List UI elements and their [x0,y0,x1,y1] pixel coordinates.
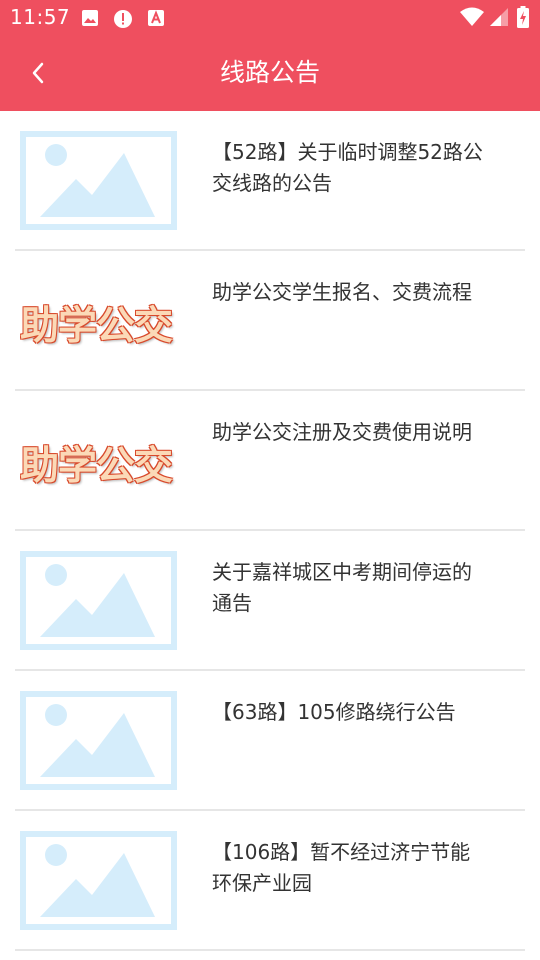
notice-item[interactable]: 助学公交 助学公交注册及交费使用说明 [0,391,540,531]
alert-icon [114,10,132,28]
notice-item[interactable]: 【52路】关于临时调整52路公交线路的公告 [0,111,540,251]
notice-item[interactable]: 【63路】105修路绕行公告 [0,671,540,811]
notice-title: 【106路】暂不经过济宁节能环保产业园 [212,840,471,895]
placeholder-image-icon [20,551,177,650]
image-icon [82,10,98,26]
notice-item[interactable]: 助学公交 助学公交学生报名、交费流程 [0,251,540,391]
notice-title: 【63路】105修路绕行公告 [212,700,456,724]
placeholder-image-icon [20,831,177,930]
status-time: 11:57 [10,5,71,29]
wifi-icon [460,7,484,26]
logo-text: 助学公交 [20,444,173,489]
notice-title: 助学公交注册及交费使用说明 [212,420,472,444]
notice-title: 助学公交学生报名、交费流程 [212,280,472,304]
divider [15,949,525,951]
notice-list: 【52路】关于临时调整52路公交线路的公告 助学公交 助学公交学生报名、交费流程… [0,111,540,951]
status-bar: 11:57 [0,0,540,36]
notice-item[interactable]: 【106路】暂不经过济宁节能环保产业园 [0,811,540,951]
toolbar: 线路公告 [0,36,540,111]
page-title: 线路公告 [219,58,320,87]
logo-text: 助学公交 [20,304,173,349]
signal-icon [490,8,508,26]
notice-item[interactable]: 关于嘉祥城区中考期间停运的通告 [0,531,540,671]
placeholder-image-icon [20,131,177,230]
logo-image: 助学公交 [20,271,177,370]
notice-title: 关于嘉祥城区中考期间停运的通告 [212,560,472,615]
placeholder-image-icon [20,691,177,790]
notice-title: 【52路】关于临时调整52路公交线路的公告 [212,140,483,195]
logo-image: 助学公交 [20,411,177,510]
battery-icon [517,6,529,28]
app-header: 11:57 线路公告 [0,0,540,111]
keyboard-icon [148,10,164,26]
